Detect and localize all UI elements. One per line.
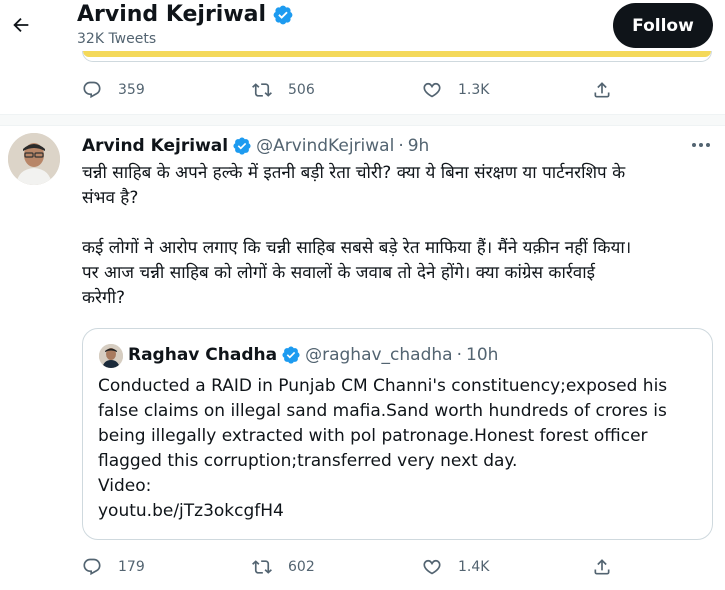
reply-button[interactable]: 179 xyxy=(82,557,252,577)
quoted-text-line: flagged this corruption;transferred very… xyxy=(98,451,518,471)
quoted-author-name: Raghav Chadha xyxy=(128,345,278,365)
reply-count: 359 xyxy=(118,82,145,98)
share-icon xyxy=(594,82,610,98)
tweet-timestamp[interactable]: 9h xyxy=(408,136,430,156)
reply-button[interactable]: 359 xyxy=(82,80,252,100)
quoted-timestamp: 10h xyxy=(466,345,499,365)
tweet-text-line: चन्नी साहिब के अपने हल्के में इतनी बड़ी … xyxy=(82,163,626,183)
like-icon xyxy=(423,82,441,98)
author-handle[interactable]: @ArvindKejriwal xyxy=(256,136,394,156)
profile-header: Arvind Kejriwal 32K Tweets Follow xyxy=(0,0,725,50)
verified-icon xyxy=(273,5,293,24)
quoted-author-handle: @raghav_chadha xyxy=(305,345,453,365)
previous-card-image xyxy=(83,51,711,57)
profile-name-text: Arvind Kejriwal xyxy=(77,2,267,27)
quoted-text-line: Video: xyxy=(98,476,152,496)
retweet-count: 506 xyxy=(288,82,315,98)
back-button[interactable] xyxy=(6,10,36,40)
more-options-button[interactable] xyxy=(688,135,714,155)
tweet-text-line: संभव है? xyxy=(82,188,139,208)
verified-icon xyxy=(282,346,300,364)
reply-icon xyxy=(83,558,101,576)
author-name[interactable]: Arvind Kejriwal xyxy=(82,136,228,156)
previous-tweet-card[interactable] xyxy=(82,51,712,62)
retweet-icon xyxy=(252,560,272,574)
tweet-text-line: कई लोगों ने आरोप लगाए कि चन्नी साहिब सबस… xyxy=(82,238,632,258)
quoted-avatar-image xyxy=(99,344,123,368)
like-button[interactable]: 1.4K xyxy=(422,557,592,577)
retweet-icon xyxy=(252,83,272,97)
like-icon xyxy=(423,559,441,575)
tweet-count: 32K Tweets xyxy=(77,31,157,47)
share-button[interactable] xyxy=(592,557,628,577)
share-button[interactable] xyxy=(592,80,628,100)
separator-dot: · xyxy=(398,136,404,156)
quoted-tweet[interactable]: Raghav Chadha @raghav_chadha · 10h Condu… xyxy=(82,328,713,540)
share-icon xyxy=(594,559,610,575)
tweet-separator xyxy=(0,114,725,126)
quoted-text-line: false claims on illegal sand mafia.Sand … xyxy=(98,401,667,421)
quoted-text-line: Conducted a RAID in Punjab CM Channi's c… xyxy=(98,376,668,396)
quoted-text-line: being illegally extracted with pol patro… xyxy=(98,426,648,446)
quoted-header: Raghav Chadha @raghav_chadha · 10h xyxy=(128,345,498,365)
reply-icon xyxy=(83,81,101,99)
retweet-button[interactable]: 602 xyxy=(252,557,422,577)
avatar[interactable] xyxy=(8,133,60,185)
reply-count: 179 xyxy=(118,559,145,575)
tweet-header: Arvind Kejriwal @ArvindKejriwal · 9h xyxy=(82,136,429,156)
avatar-image xyxy=(8,133,60,185)
profile-name: Arvind Kejriwal xyxy=(77,2,294,27)
quoted-text: Conducted a RAID in Punjab CM Channi's c… xyxy=(98,374,703,524)
follow-button[interactable]: Follow xyxy=(613,3,713,48)
separator-dot: · xyxy=(456,345,462,365)
more-icon xyxy=(692,143,710,147)
verified-icon xyxy=(233,137,251,155)
previous-tweet-actions: 359 506 1.3K xyxy=(82,78,628,102)
tweet-text-line: करेगी? xyxy=(82,288,126,308)
like-count: 1.4K xyxy=(458,559,490,575)
retweet-count: 602 xyxy=(288,559,315,575)
tweet-actions: 179 602 1.4K xyxy=(82,555,628,579)
like-button[interactable]: 1.3K xyxy=(422,80,592,100)
back-arrow-icon xyxy=(13,17,29,33)
quoted-avatar[interactable] xyxy=(99,344,123,368)
retweet-button[interactable]: 506 xyxy=(252,80,422,100)
tweet-text-line: पर आज चन्नी साहिब को लोगों के सवालों के … xyxy=(82,263,596,283)
like-count: 1.3K xyxy=(458,82,490,98)
quoted-link[interactable]: youtu.be/jTz3okcgfH4 xyxy=(98,499,703,524)
